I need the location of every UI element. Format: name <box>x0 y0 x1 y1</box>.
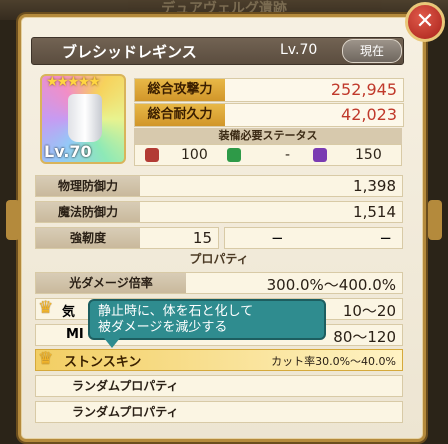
skill-tooltip: 静止時に、体を石と化して 被ダメージを減少する <box>88 299 326 348</box>
item-name: ブレシッドレギンス <box>62 43 197 61</box>
phys-def-value: 1,398 <box>353 177 396 195</box>
random-property-row-1: ランダムプロパティ <box>35 375 403 397</box>
close-button[interactable]: ✕ <box>405 2 445 42</box>
req-value-2: - <box>285 147 291 163</box>
random-property-row-2: ランダムプロパティ <box>35 401 403 423</box>
skill-name: ストンスキン <box>64 355 142 370</box>
item-portrait: ★★★★★ Lv.70 <box>40 74 126 164</box>
toughness-extra-2: − <box>379 229 392 247</box>
rarity-stars-icon: ★★★★★ <box>46 74 101 90</box>
requirements-title: 装備必要ステータス <box>134 128 402 144</box>
right-ornament <box>428 200 442 240</box>
light-damage-label: 光ダメージ倍率 <box>36 273 186 293</box>
mag-def-row: 魔法防御力 1,514 <box>35 201 403 223</box>
crown-icon: ♛ <box>38 298 54 318</box>
skill-crown-icon: ♛ <box>38 349 54 369</box>
mp-value: 80～120 <box>333 328 396 346</box>
random-property-label-1: ランダムプロパティ <box>72 379 179 393</box>
item-level: Lv.70 <box>280 42 318 58</box>
attack-value: 252,945 <box>330 80 397 99</box>
tooltip-line-2: 被ダメージを減少する <box>98 320 228 335</box>
strength-icon <box>145 148 159 162</box>
magic-icon <box>313 148 327 162</box>
dexterity-icon <box>227 148 241 162</box>
leggings-icon <box>68 94 102 142</box>
light-damage-row: 光ダメージ倍率 300.0%～400.0% <box>35 272 403 294</box>
toughness-label: 強靭度 <box>36 228 140 248</box>
skill-row[interactable]: ♛ ストンスキン カット率30.0%～40.0% <box>35 349 403 371</box>
title-bar: ブレシッドレギンス Lv.70 現在 <box>31 37 404 65</box>
attack-label: 総合攻撃力 <box>135 79 225 101</box>
mp-label: MI <box>66 327 84 342</box>
durability-label: 総合耐久力 <box>135 104 225 126</box>
light-damage-value: 300.0%～400.0% <box>266 276 396 294</box>
left-ornament <box>6 200 20 240</box>
ki-label: 気 <box>62 305 76 320</box>
attack-row: 総合攻撃力 252,945 <box>134 78 404 102</box>
durability-value: 42,023 <box>341 105 397 124</box>
toughness-row: 強靭度 15 <box>35 227 219 249</box>
portrait-level: Lv.70 <box>44 142 92 161</box>
phys-def-label: 物理防御力 <box>36 176 140 196</box>
close-icon: ✕ <box>415 9 435 34</box>
toughness-extra-1: − <box>271 229 284 247</box>
random-property-label-2: ランダムプロパティ <box>72 405 179 419</box>
req-value-3: 150 <box>355 147 382 163</box>
mag-def-label: 魔法防御力 <box>36 202 140 222</box>
requirements-row: 100 - 150 <box>134 144 402 166</box>
mag-def-value: 1,514 <box>353 203 396 221</box>
ki-value: 10～20 <box>342 302 396 320</box>
req-value-1: 100 <box>181 147 208 163</box>
tooltip-arrow <box>104 338 120 348</box>
current-button[interactable]: 現在 <box>342 39 402 63</box>
skill-cut-rate: カット率30.0%～40.0% <box>271 355 396 368</box>
toughness-extra-row: − − <box>224 227 403 249</box>
tooltip-line-1: 静止時に、体を石と化して <box>98 304 254 319</box>
toughness-value: 15 <box>192 229 212 247</box>
property-title: プロパティ <box>189 252 249 266</box>
phys-def-row: 物理防御力 1,398 <box>35 175 403 197</box>
durability-row: 総合耐久力 42,023 <box>134 103 404 127</box>
